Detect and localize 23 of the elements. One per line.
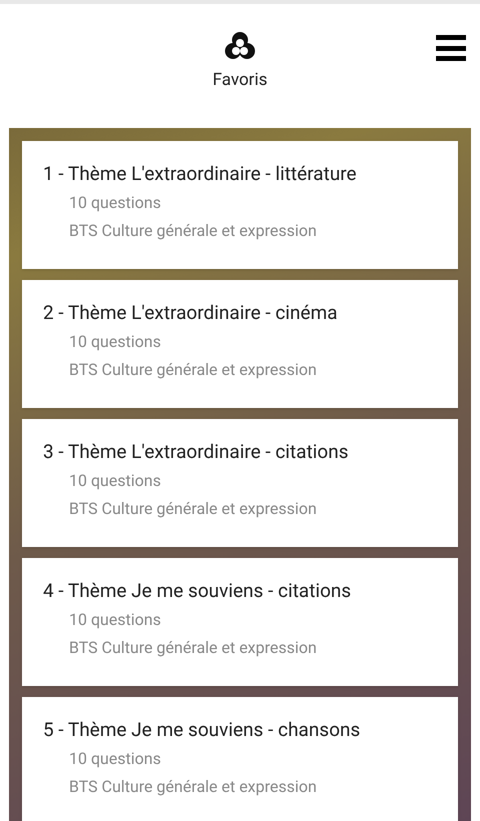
quiz-title: 4 - Thème Je me souviens - citations (43, 578, 352, 604)
logo-icon (223, 30, 257, 62)
question-count: 10 questions (68, 609, 162, 631)
quiz-subject: BTS Culture générale et expression (68, 220, 318, 242)
quiz-subject: BTS Culture générale et expression (68, 776, 318, 798)
quiz-card[interactable]: 3 - Thème L'extraordinaire - citations 10 questions BTS Culture générale et expression (22, 419, 458, 547)
quiz-subject: BTS Culture générale et expression (68, 359, 318, 381)
quiz-card[interactable]: 4 - Thème Je me souviens - citations 10 questions BTS Culture générale et expression (22, 558, 458, 686)
quiz-subject: BTS Culture générale et expression (68, 498, 318, 520)
quiz-title: 5 - Thème Je me souviens - chansons (43, 717, 362, 743)
quiz-title: 3 - Thème L'extraordinaire - citations (43, 439, 350, 465)
page-title: Favoris (212, 69, 268, 92)
quiz-card[interactable]: 2 - Thème L'extraordinaire - cinéma 10 questions BTS Culture générale et expression (22, 280, 458, 408)
menu-button[interactable] (436, 34, 466, 62)
quiz-title: 2 - Thème L'extraordinaire - cinéma (43, 300, 338, 326)
question-count: 10 questions (68, 331, 162, 353)
quiz-card[interactable]: 5 - Thème Je me souviens - chansons 10 questions BTS Culture générale et expression (22, 697, 458, 821)
question-count: 10 questions (68, 192, 162, 214)
quiz-subject: BTS Culture générale et expression (68, 637, 318, 659)
question-count: 10 questions (68, 748, 162, 770)
question-count: 10 questions (68, 470, 162, 492)
quiz-card[interactable]: 1 - Thème L'extraordinaire - littérature 10 questions BTS Culture générale et expression (22, 141, 458, 269)
quiz-title: 1 - Thème L'extraordinaire - littérature (43, 161, 358, 187)
